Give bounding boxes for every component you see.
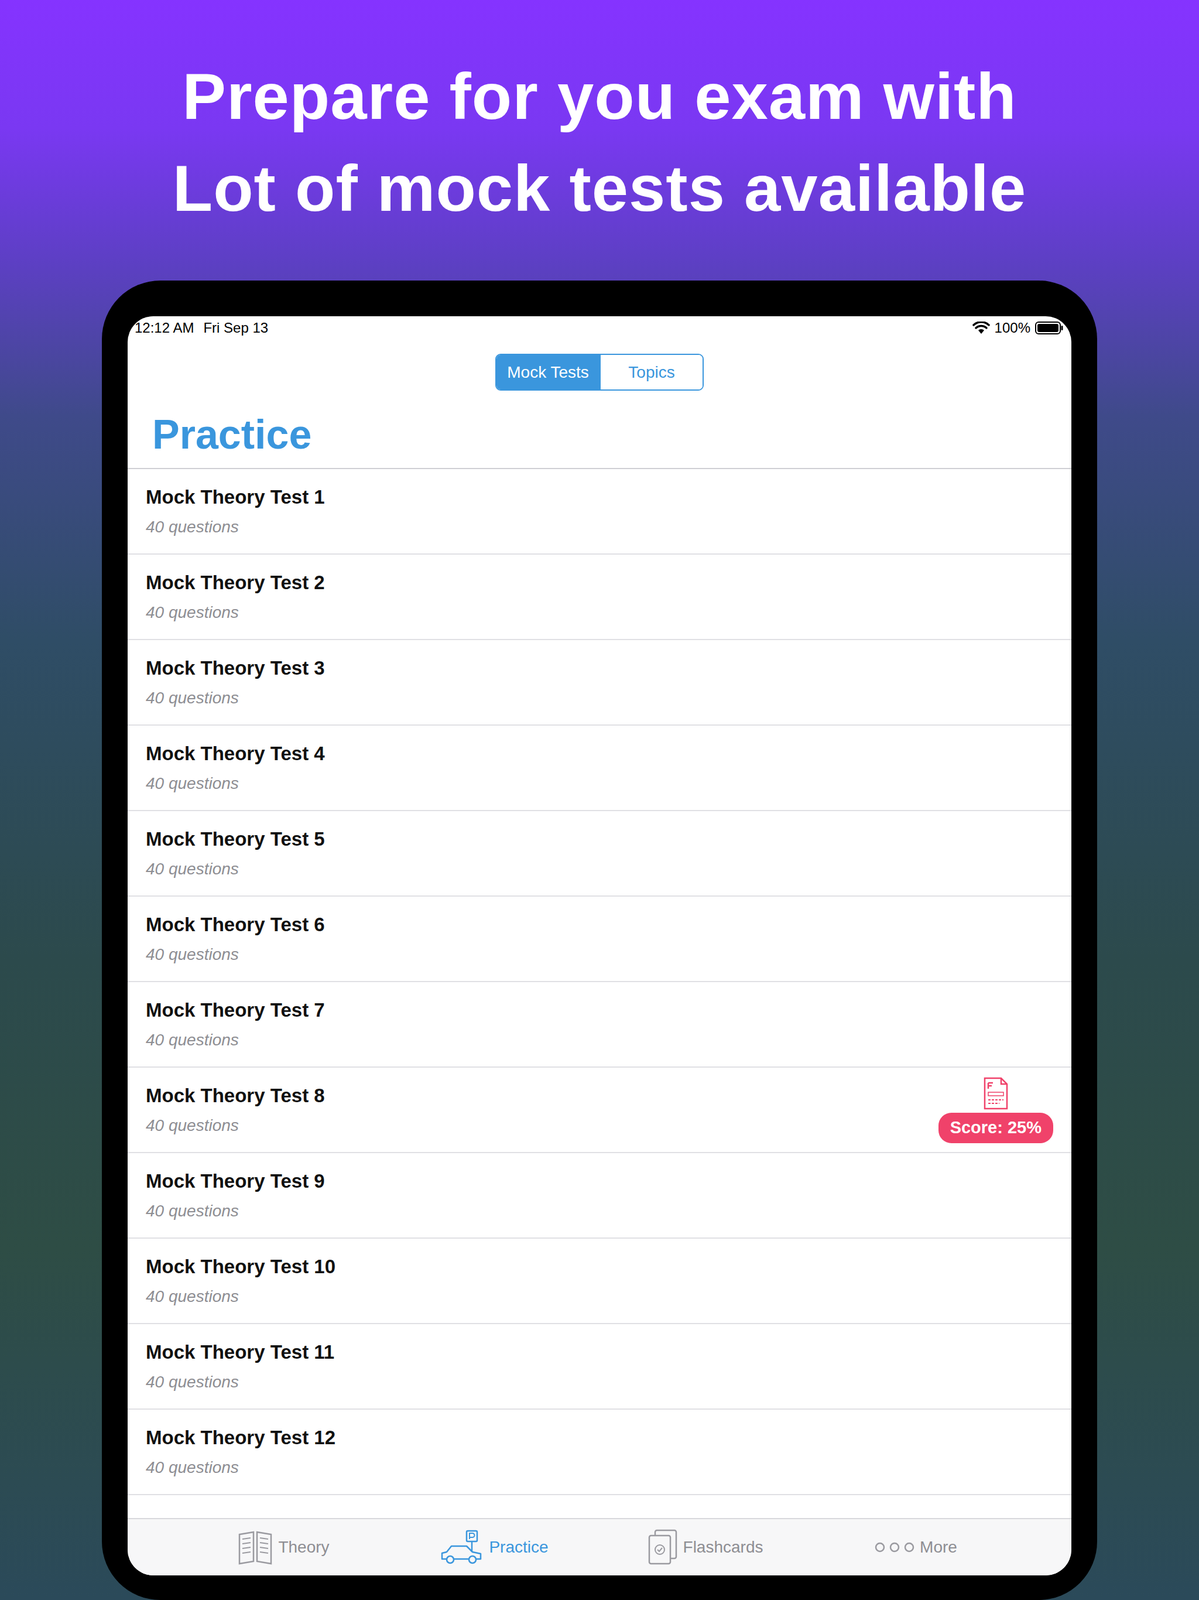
tab-item[interactable]: Theory [177,1529,389,1565]
test-text: Mock Theory Test 6 40 questions [145,912,325,964]
test-subtitle: 40 questions [145,687,325,708]
app-screenshot: Prepare for you exam withLot of mock tes… [0,0,1199,1600]
test-subtitle: 40 questions [145,1029,325,1050]
headline-line: Prepare for you exam with [0,50,1199,143]
status-time: 12:12 AM [134,317,194,339]
test-row[interactable]: Mock Theory Test 8 40 questions Score: 25% [127,1067,1072,1153]
title-bar: Practice [127,390,1072,469]
test-subtitle: 40 questions [145,773,325,794]
tab-label: More [919,1534,958,1560]
tablet-frame: 12:12 AM Fri Sep 13 100% Mock TestsTopics Pr… [101,280,1098,1600]
test-list: Mock Theory Test 140 questionsMock Theor… [127,468,1072,1518]
tablet-screen: 12:12 AM Fri Sep 13 100% Mock TestsTopics Pr… [127,316,1072,1575]
test-text: Mock Theory Test 12 40 questions [145,1425,336,1477]
test-text: Mock Theory Test 3 40 questions [145,656,325,708]
flashcards-icon [646,1528,679,1565]
test-subtitle: 40 questions [145,1457,336,1478]
test-text: Mock Theory Test 5 40 questions [145,827,325,879]
tab-label: Theory [278,1534,330,1560]
test-title: Mock Theory Test 10 [145,1254,336,1279]
battery-level: 100% [994,317,1031,339]
test-row[interactable]: Mock Theory Test 12 40 questions [127,1409,1072,1495]
test-row[interactable]: Mock Theory Test 4 40 questions [127,725,1072,811]
test-subtitle: 40 questions [145,1371,335,1392]
test-row[interactable]: Mock Theory Test 1 40 questions [127,468,1072,555]
test-subtitle: 40 questions [145,858,325,879]
tab-bar: Theory Practice Flashcards More [127,1517,1072,1575]
test-text: Mock Theory Test 4 40 questions [145,741,325,793]
test-title: Mock Theory Test 4 [145,741,325,766]
test-row[interactable]: Mock Theory Test 3 40 questions [127,639,1072,726]
test-subtitle: 40 questions [145,602,325,623]
test-text: Mock Theory Test 7 40 questions [145,998,325,1050]
segment-button[interactable]: Topics [599,354,703,390]
test-subtitle: 40 questions [145,1286,336,1307]
test-text: Mock Theory Test 8 40 questions [145,1083,325,1135]
score-badge: Score: 25% [938,1112,1054,1143]
test-text: Mock Theory Test 1 40 questions [145,485,325,537]
segment-wrap: Mock TestsTopics [127,353,1072,391]
test-row[interactable]: Mock Theory Test 11 40 questions [127,1323,1072,1410]
status-right: 100% [972,317,1064,339]
test-subtitle: 40 questions [145,1200,325,1221]
status-bar: 12:12 AM Fri Sep 13 100% [127,316,1072,340]
test-title: Mock Theory Test 3 [145,656,325,680]
test-subtitle: 40 questions [145,516,325,537]
test-row[interactable]: Mock Theory Test 6 40 questions [127,896,1072,982]
test-result: Score: 25% [938,1076,1054,1143]
test-row[interactable]: Mock Theory Test 5 40 questions [127,810,1072,897]
segment-button[interactable]: Mock Tests [496,354,600,390]
test-subtitle: 40 questions [145,1115,325,1136]
test-title: Mock Theory Test 11 [145,1340,335,1364]
battery-icon [1035,321,1064,335]
headline-line: Lot of mock tests available [0,142,1199,235]
tab-label: Flashcards [683,1534,764,1560]
test-title: Mock Theory Test 5 [145,827,325,851]
more-dots-icon [874,1540,916,1554]
tab-label: Practice [488,1534,548,1560]
status-date: Fri Sep 13 [203,317,269,339]
test-subtitle: 40 questions [145,944,325,965]
test-row[interactable]: Mock Theory Test 7 40 questions [127,981,1072,1068]
page-title: Practice [152,412,312,458]
status-left: 12:12 AM Fri Sep 13 [134,317,269,339]
car-parking-icon [439,1529,485,1565]
test-text: Mock Theory Test 9 40 questions [145,1169,325,1221]
segmented-control: Mock TestsTopics [495,353,704,391]
tab-item[interactable]: Practice [388,1529,600,1565]
test-row[interactable]: Mock Theory Test 9 40 questions [127,1152,1072,1239]
failed-sheet-icon [982,1076,1009,1111]
test-title: Mock Theory Test 7 [145,998,325,1022]
wifi-icon [972,321,990,335]
test-title: Mock Theory Test 12 [145,1425,336,1449]
test-text: Mock Theory Test 2 40 questions [145,570,325,622]
test-title: Mock Theory Test 2 [145,570,325,595]
test-row[interactable]: Mock Theory Test 10 40 questions [127,1238,1072,1324]
test-title: Mock Theory Test 6 [145,912,325,937]
tab-item[interactable]: Flashcards [599,1528,811,1565]
headline: Prepare for you exam withLot of mock tes… [0,0,1199,281]
tab-item[interactable]: More [810,1534,1022,1560]
test-row[interactable]: Mock Theory Test 2 40 questions [127,554,1072,640]
book-icon [237,1529,274,1565]
test-text: Mock Theory Test 10 40 questions [145,1254,336,1306]
test-title: Mock Theory Test 9 [145,1169,325,1193]
test-text: Mock Theory Test 11 40 questions [145,1340,335,1392]
test-title: Mock Theory Test 1 [145,485,325,509]
test-title: Mock Theory Test 8 [145,1083,325,1108]
